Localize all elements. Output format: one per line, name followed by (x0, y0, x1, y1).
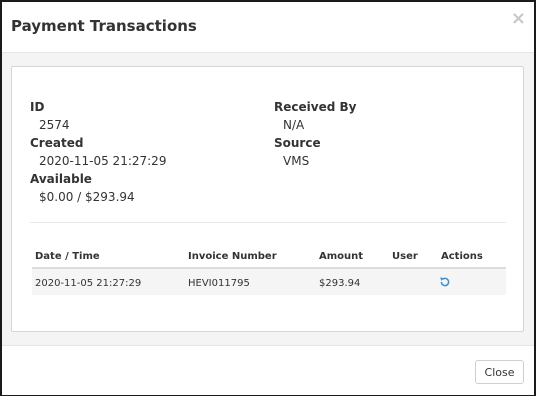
section-divider (30, 222, 506, 223)
available-value: $0.00 / $293.94 (39, 190, 135, 204)
created-label: Created (30, 136, 84, 150)
source-label: Source (274, 136, 321, 150)
dialog-title: Payment Transactions (11, 17, 197, 35)
created-value: 2020-11-05 21:27:29 (39, 154, 167, 168)
dialog-footer: Close (2, 345, 534, 395)
source-value: VMS (283, 154, 310, 168)
dialog-body: ID 2574 Created 2020-11-05 21:27:29 Avai… (2, 53, 534, 345)
received-by-label: Received By (274, 100, 357, 114)
close-button[interactable]: Close (475, 360, 524, 384)
id-label: ID (30, 100, 45, 114)
dialog-header: Payment Transactions × (2, 2, 534, 53)
column-header-user: User (392, 251, 418, 262)
available-label: Available (30, 172, 92, 186)
column-header-actions: Actions (441, 251, 483, 262)
cell-invoice-number: HEVI011795 (188, 278, 250, 289)
refresh-icon[interactable] (439, 276, 451, 288)
transaction-panel: ID 2574 Created 2020-11-05 21:27:29 Avai… (11, 66, 524, 332)
column-header-invoice-number: Invoice Number (188, 251, 277, 262)
id-value: 2574 (39, 118, 70, 132)
column-header-date-time: Date / Time (35, 251, 100, 262)
cell-amount: $293.94 (319, 278, 361, 289)
close-icon[interactable]: × (511, 8, 526, 29)
received-by-value: N/A (283, 118, 305, 132)
cell-date-time: 2020-11-05 21:27:29 (35, 278, 142, 289)
payment-transactions-dialog: Payment Transactions × ID 2574 Created 2… (0, 0, 536, 396)
column-header-amount: Amount (319, 251, 364, 262)
